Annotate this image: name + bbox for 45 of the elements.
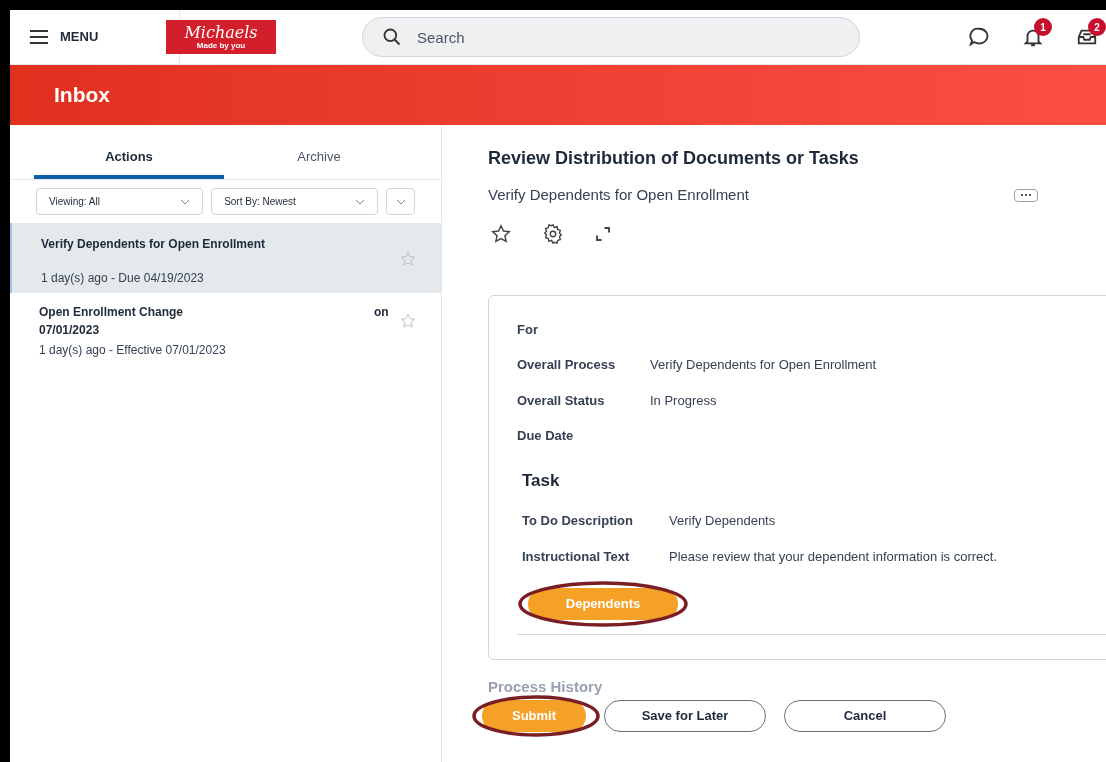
field-label: Overall Status bbox=[517, 391, 606, 410]
more-button[interactable] bbox=[1014, 188, 1038, 202]
search-icon bbox=[382, 27, 402, 47]
task-heading: Task bbox=[522, 469, 561, 492]
tab[interactable]: Actions bbox=[34, 139, 224, 179]
filter-dropdown[interactable]: Sort By: Newest bbox=[211, 188, 379, 215]
settings-icon[interactable] bbox=[542, 222, 564, 245]
item-title: on bbox=[374, 304, 389, 321]
filter-dropdown[interactable]: Viewing: All bbox=[36, 188, 204, 215]
notification-badge: 1 bbox=[1034, 18, 1052, 36]
field-value: In Progress bbox=[650, 391, 718, 410]
page-title: Inbox bbox=[54, 82, 110, 109]
field-label: Overall Process bbox=[517, 356, 617, 374]
chevron-down-icon bbox=[395, 198, 406, 205]
logo-tagline: Made by you bbox=[196, 41, 246, 50]
star-icon[interactable] bbox=[490, 222, 512, 245]
tab[interactable]: Archive bbox=[224, 139, 414, 179]
expand-icon[interactable] bbox=[594, 224, 612, 243]
search-field[interactable]: Search bbox=[362, 17, 860, 57]
detail-title: Review Distribution of Documents or Tasks bbox=[488, 147, 860, 170]
star-icon[interactable] bbox=[399, 312, 417, 330]
footer-button[interactable]: Cancel bbox=[784, 699, 946, 732]
section-heading: Process History bbox=[488, 678, 604, 697]
menu-icon bbox=[30, 30, 48, 44]
star-icon[interactable] bbox=[399, 250, 417, 268]
field-label: To Do Description bbox=[522, 512, 634, 530]
chevron-down-icon bbox=[180, 198, 191, 205]
item-title: Open Enrollment Change bbox=[39, 304, 184, 321]
inbox-badge: 2 bbox=[1088, 18, 1106, 36]
item-title: Verify Dependents for Open Enrollment bbox=[41, 236, 267, 253]
chat-icon[interactable] bbox=[968, 26, 990, 48]
inbox-item[interactable]: Verify Dependents for Open Enrollment 1 day(s) ago - Due 04/19/2023 bbox=[10, 223, 441, 293]
item-subtitle: 1 day(s) ago - Effective 07/01/2023 bbox=[39, 342, 227, 359]
detail-subtitle: Verify Dependents for Open Enrollment bbox=[488, 185, 750, 205]
field-value: Verify Dependents for Open Enrollment bbox=[650, 356, 878, 374]
item-title: 07/01/2023 bbox=[39, 322, 101, 339]
field-label: For bbox=[517, 320, 539, 339]
logo-text: Michaels bbox=[184, 24, 258, 41]
field-label: Instructional Text bbox=[522, 547, 631, 566]
field-value: Verify Dependents bbox=[669, 512, 777, 530]
item-subtitle: 1 day(s) ago - Due 04/19/2023 bbox=[41, 270, 205, 287]
field-label: Due Date bbox=[517, 427, 575, 445]
field-value: Please review that your dependent information is correct. bbox=[669, 547, 999, 566]
chevron-down-icon bbox=[355, 198, 366, 205]
footer-button[interactable]: Save for Later bbox=[604, 699, 766, 732]
